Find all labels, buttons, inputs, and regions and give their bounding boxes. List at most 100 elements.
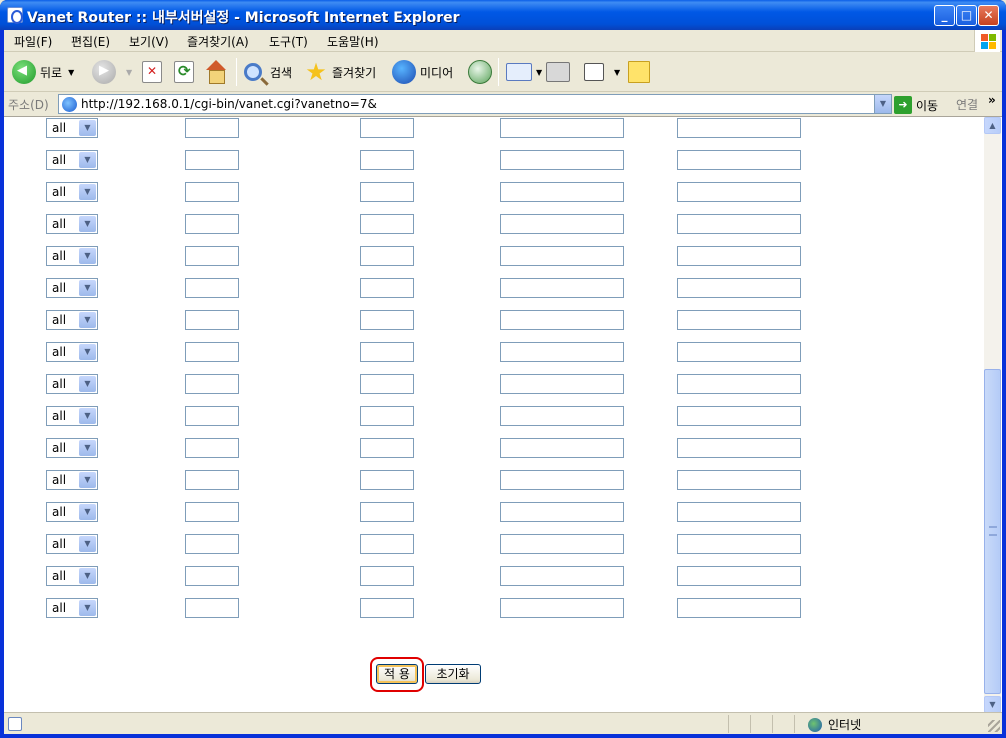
external-port-end-input[interactable] [360, 374, 414, 394]
protocol-select[interactable]: all ▼ [46, 118, 98, 138]
internal-port-input[interactable] [677, 214, 801, 234]
internal-port-input[interactable] [677, 566, 801, 586]
internal-port-input[interactable] [677, 278, 801, 298]
external-port-end-input[interactable] [360, 342, 414, 362]
external-port-end-input[interactable] [360, 246, 414, 266]
chevron-down-icon[interactable]: ▼ [79, 536, 96, 552]
internal-port-input[interactable] [677, 246, 801, 266]
print-button[interactable] [546, 58, 574, 86]
protocol-select[interactable]: all ▼ [46, 182, 98, 202]
links-label[interactable]: 연결 [956, 96, 978, 113]
protocol-select[interactable]: all ▼ [46, 246, 98, 266]
menu-tools[interactable]: 도구(T) [269, 33, 308, 50]
chevron-down-icon[interactable]: ▼ [79, 152, 96, 168]
menu-favorites[interactable]: 즐겨찾기(A) [187, 33, 249, 50]
protocol-select[interactable]: all ▼ [46, 278, 98, 298]
external-port-start-input[interactable] [185, 438, 239, 458]
title-bar[interactable]: Vanet Router :: 내부서버설정 - Microsoft Inter… [0, 0, 1006, 30]
reset-button[interactable]: 초기화 [425, 664, 481, 684]
messenger-button[interactable] [628, 58, 654, 86]
chevron-down-icon[interactable]: ▼ [79, 472, 96, 488]
minimize-button[interactable]: _ [934, 5, 955, 26]
internal-ip-input[interactable] [500, 566, 624, 586]
external-port-end-input[interactable] [360, 438, 414, 458]
menu-help[interactable]: 도움말(H) [327, 33, 379, 50]
external-port-end-input[interactable] [360, 534, 414, 554]
internal-ip-input[interactable] [500, 406, 624, 426]
external-port-end-input[interactable] [360, 118, 414, 138]
external-port-start-input[interactable] [185, 470, 239, 490]
external-port-start-input[interactable] [185, 150, 239, 170]
external-port-end-input[interactable] [360, 150, 414, 170]
external-port-end-input[interactable] [360, 470, 414, 490]
resize-grip-icon[interactable] [988, 720, 1000, 732]
internal-port-input[interactable] [677, 502, 801, 522]
chevron-down-icon[interactable]: ▼ [79, 248, 96, 264]
back-dropdown-icon[interactable]: ▼ [68, 68, 74, 77]
internal-ip-input[interactable] [500, 150, 624, 170]
address-dropdown-icon[interactable]: ▼ [874, 95, 891, 113]
internal-port-input[interactable] [677, 534, 801, 554]
external-port-end-input[interactable] [360, 598, 414, 618]
internal-ip-input[interactable] [500, 438, 624, 458]
internal-ip-input[interactable] [500, 278, 624, 298]
external-port-start-input[interactable] [185, 598, 239, 618]
protocol-select[interactable]: all ▼ [46, 406, 98, 426]
protocol-select[interactable]: all ▼ [46, 534, 98, 554]
external-port-start-input[interactable] [185, 534, 239, 554]
menu-edit[interactable]: 편집(E) [71, 33, 110, 50]
protocol-select[interactable]: all ▼ [46, 502, 98, 522]
internal-port-input[interactable] [677, 118, 801, 138]
protocol-select[interactable]: all ▼ [46, 566, 98, 586]
external-port-start-input[interactable] [185, 214, 239, 234]
chevron-down-icon[interactable]: ▼ [79, 408, 96, 424]
internal-port-input[interactable] [677, 182, 801, 202]
external-port-start-input[interactable] [185, 406, 239, 426]
internal-ip-input[interactable] [500, 374, 624, 394]
edit-button[interactable]: ▼ [584, 58, 620, 86]
chevron-down-icon[interactable]: ▼ [79, 504, 96, 520]
links-more-icon[interactable]: » [988, 93, 996, 107]
chevron-down-icon[interactable]: ▼ [79, 600, 96, 616]
protocol-select[interactable]: all ▼ [46, 374, 98, 394]
internal-port-input[interactable] [677, 342, 801, 362]
internal-ip-input[interactable] [500, 534, 624, 554]
internal-ip-input[interactable] [500, 182, 624, 202]
home-button[interactable] [204, 58, 232, 86]
external-port-end-input[interactable] [360, 566, 414, 586]
protocol-select[interactable]: all ▼ [46, 598, 98, 618]
external-port-end-input[interactable] [360, 406, 414, 426]
external-port-end-input[interactable] [360, 502, 414, 522]
scroll-down-icon[interactable]: ▼ [984, 696, 1001, 712]
internal-port-input[interactable] [677, 150, 801, 170]
media-button[interactable]: 미디어 [392, 58, 453, 86]
external-port-end-input[interactable] [360, 182, 414, 202]
chevron-down-icon[interactable]: ▼ [79, 568, 96, 584]
external-port-start-input[interactable] [185, 278, 239, 298]
protocol-select[interactable]: all ▼ [46, 438, 98, 458]
protocol-select[interactable]: all ▼ [46, 150, 98, 170]
internal-ip-input[interactable] [500, 598, 624, 618]
internal-ip-input[interactable] [500, 502, 624, 522]
protocol-select[interactable]: all ▼ [46, 470, 98, 490]
maximize-button[interactable]: □ [956, 5, 977, 26]
chevron-down-icon[interactable]: ▼ [79, 120, 96, 136]
internal-ip-input[interactable] [500, 342, 624, 362]
external-port-end-input[interactable] [360, 310, 414, 330]
mail-button[interactable]: ▼ [506, 58, 542, 86]
address-input[interactable]: http://192.168.0.1/cgi-bin/vanet.cgi?van… [58, 94, 892, 114]
go-button[interactable]: ➜ 이동 [894, 95, 938, 115]
vertical-scrollbar[interactable]: ▲ ▼ [984, 117, 1001, 712]
back-button[interactable]: 뒤로 ▼ [12, 58, 74, 86]
external-port-end-input[interactable] [360, 278, 414, 298]
mail-dropdown-icon[interactable]: ▼ [536, 68, 542, 77]
refresh-button[interactable] [174, 58, 198, 86]
internal-ip-input[interactable] [500, 118, 624, 138]
external-port-start-input[interactable] [185, 502, 239, 522]
external-port-start-input[interactable] [185, 310, 239, 330]
close-button[interactable]: ✕ [978, 5, 999, 26]
chevron-down-icon[interactable]: ▼ [79, 280, 96, 296]
scroll-thumb[interactable] [984, 369, 1001, 694]
protocol-select[interactable]: all ▼ [46, 214, 98, 234]
internal-port-input[interactable] [677, 438, 801, 458]
